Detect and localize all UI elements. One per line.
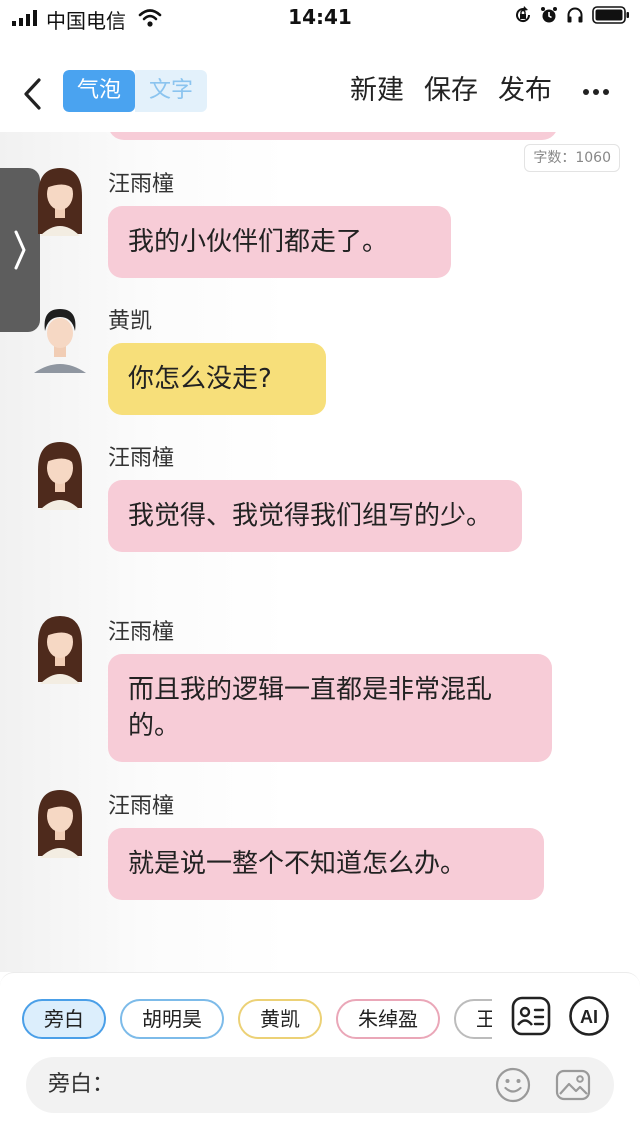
emoji-icon[interactable] — [494, 1066, 532, 1104]
nav-actions: 新建 保存 发布 — [350, 70, 552, 112]
character-chip[interactable]: 王芸 — [454, 999, 492, 1039]
image-icon[interactable] — [554, 1066, 592, 1104]
avatar-female — [38, 442, 82, 510]
view-mode-toggle: 气泡 文字 — [63, 70, 208, 112]
battery-icon — [592, 6, 629, 24]
rotation-lock-icon — [516, 6, 531, 23]
tab-bubble[interactable]: 气泡 — [63, 70, 136, 112]
character-chip-narrator[interactable]: 旁白 — [22, 999, 106, 1039]
chat-message[interactable]: 汪雨橦 就是说一整个不知道怎么办。 — [0, 788, 640, 903]
avatar-female — [38, 168, 82, 236]
top-nav: 气泡 文字 新建 保存 发布 — [0, 52, 640, 132]
more-dots-icon — [583, 89, 609, 95]
sender-name: 汪雨橦 — [108, 172, 175, 197]
chat-message[interactable]: 汪雨橦 我觉得、我觉得我们组写的少。 — [0, 440, 640, 590]
character-chip[interactable]: 胡明昊 — [120, 999, 224, 1039]
composer-panel: 旁白 胡明昊 黄凯 朱绰盈 王芸 AI 旁白： — [0, 972, 640, 1139]
alarm-icon — [541, 7, 557, 23]
avatar-female — [38, 616, 82, 684]
chat-area[interactable]: 字数：1060 汪雨橦 我的小伙伴们都走了。 黄凯 你怎么没走? 汪雨橦 我觉得… — [0, 132, 640, 972]
sender-name: 黄凯 — [108, 309, 153, 334]
chat-message[interactable]: 汪雨橦 而且我的逻辑一直都是非常混乱的。 — [0, 614, 640, 764]
character-chip[interactable]: 黄凯 — [238, 999, 322, 1039]
character-list-icon[interactable] — [510, 995, 552, 1037]
ai-label: AI — [580, 1007, 598, 1027]
headphones-icon — [567, 7, 583, 23]
character-chip[interactable]: 朱绰盈 — [336, 999, 440, 1039]
avatar-female — [38, 790, 82, 858]
chevron-left-icon — [24, 78, 41, 110]
status-icons — [514, 6, 630, 24]
save-button[interactable]: 保存 — [424, 70, 478, 112]
message-bubble[interactable]: 我觉得、我觉得我们组写的少。 — [108, 480, 522, 552]
character-selector: 旁白 胡明昊 黄凯 朱绰盈 王芸 — [22, 999, 492, 1039]
narration-input[interactable]: 旁白： — [26, 1057, 614, 1113]
previous-message-bubble — [108, 132, 558, 140]
sender-name: 汪雨橦 — [108, 446, 175, 471]
message-bubble[interactable]: 就是说一整个不知道怎么办。 — [108, 828, 544, 900]
tab-text[interactable]: 文字 — [135, 70, 208, 112]
status-bar: 中国电信 14:41 — [0, 0, 640, 36]
back-button[interactable] — [16, 74, 48, 114]
ai-assistant-button[interactable]: AI — [568, 995, 610, 1037]
avatar-male — [34, 309, 86, 373]
message-bubble[interactable]: 你怎么没走? — [108, 343, 326, 415]
sender-name: 汪雨橦 — [108, 794, 175, 819]
publish-button[interactable]: 发布 — [498, 70, 552, 112]
more-button[interactable] — [576, 72, 616, 112]
chat-message[interactable]: 汪雨橦 我的小伙伴们都走了。 — [0, 166, 640, 281]
message-bubble[interactable]: 我的小伙伴们都走了。 — [108, 206, 451, 278]
new-button[interactable]: 新建 — [350, 70, 404, 112]
input-prefix: 旁白： — [48, 1072, 115, 1097]
chat-message[interactable]: 黄凯 你怎么没走? — [0, 303, 640, 418]
message-bubble[interactable]: 而且我的逻辑一直都是非常混乱的。 — [108, 654, 552, 762]
sender-name: 汪雨橦 — [108, 620, 175, 645]
